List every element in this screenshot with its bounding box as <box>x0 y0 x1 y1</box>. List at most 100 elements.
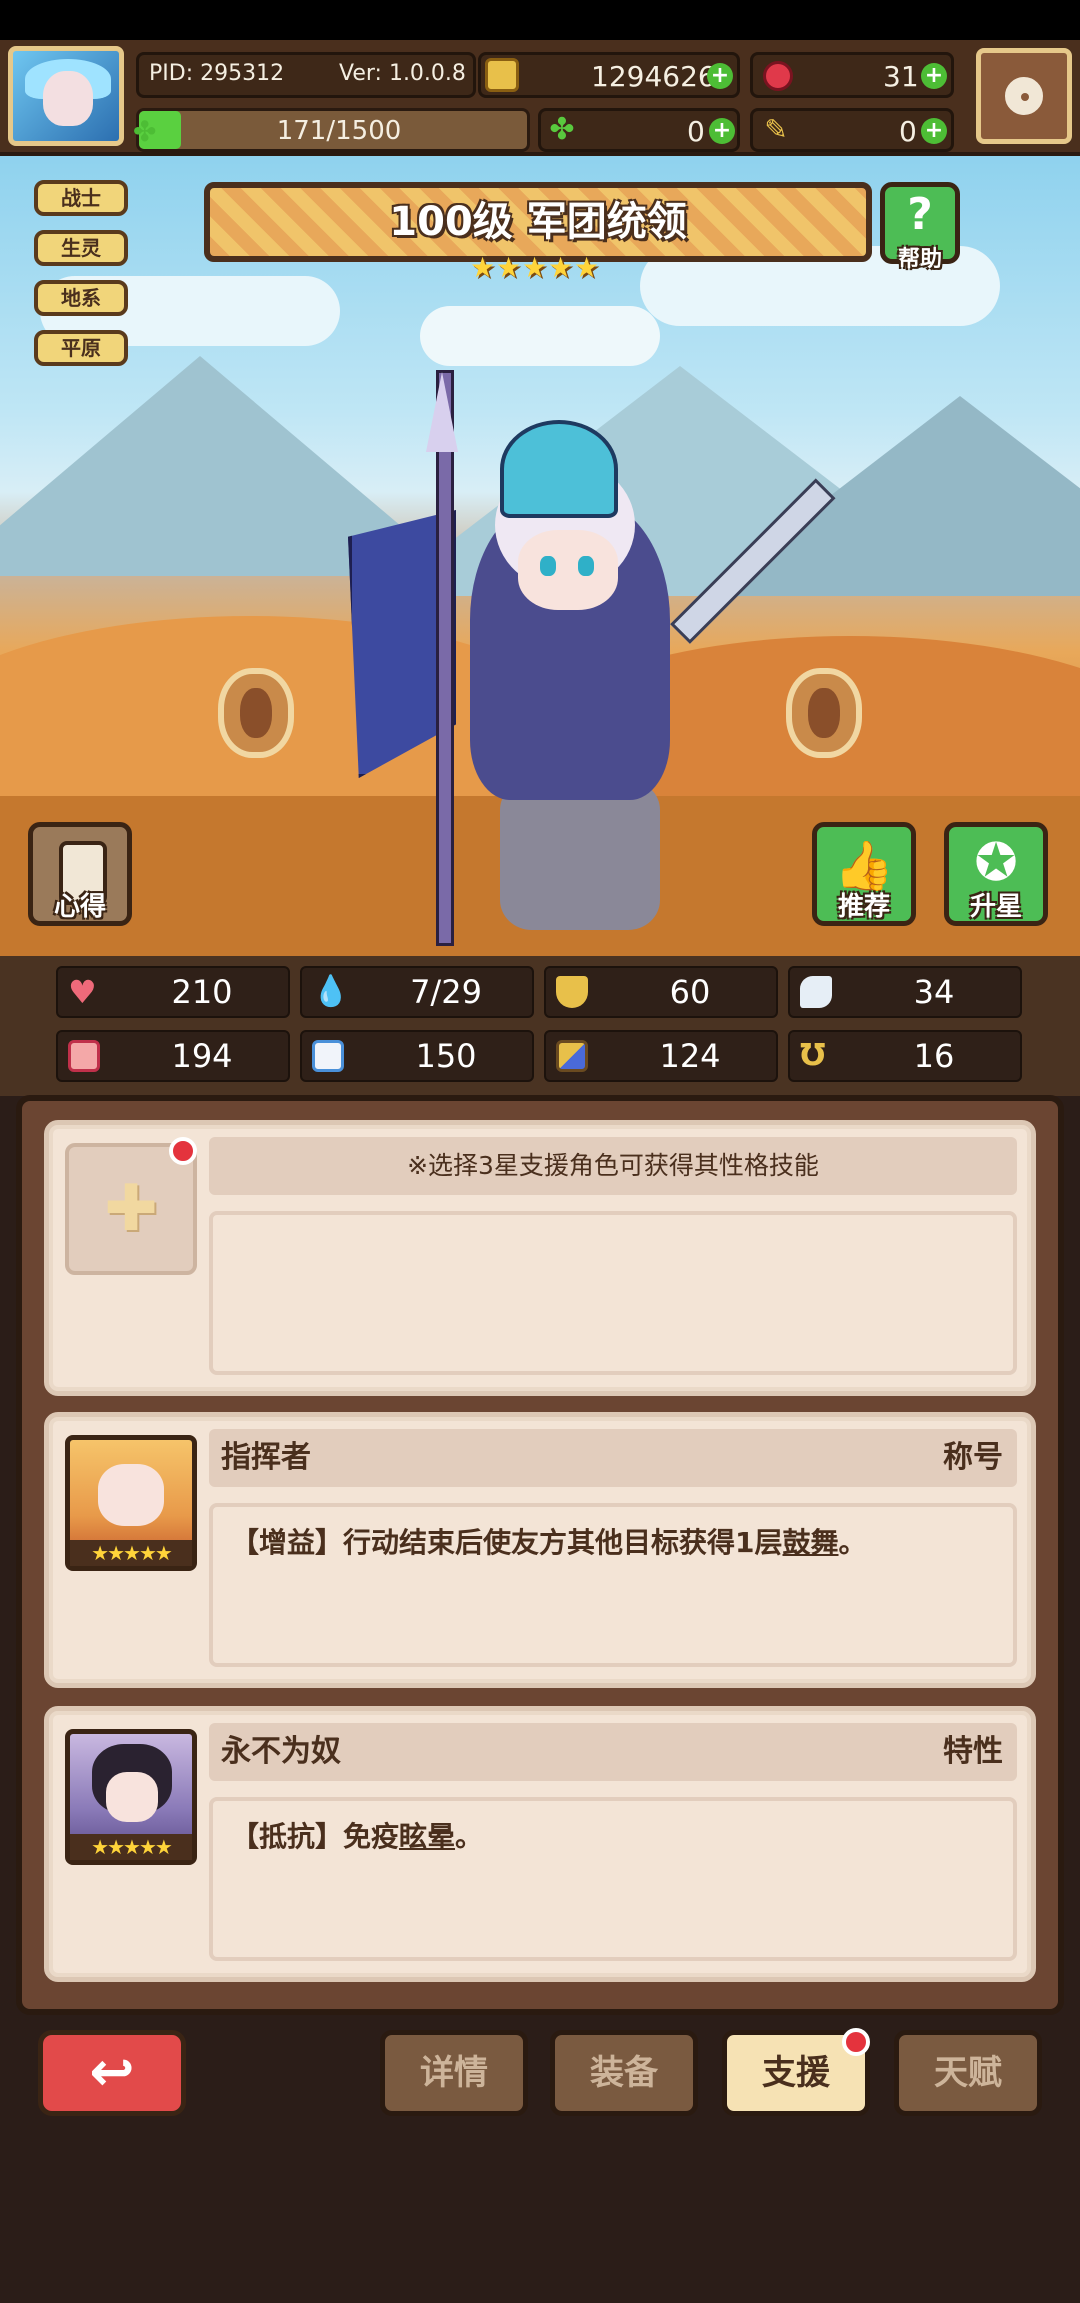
star-icon: ★ <box>496 251 522 284</box>
stat-value: 16 <box>913 1037 955 1075</box>
stat-mana: 💧 7/29 <box>300 966 534 1018</box>
stat-value: 7/29 <box>410 973 482 1011</box>
stat-value: 60 <box>669 973 711 1011</box>
star-badge-icon: ✪ <box>974 833 1018 893</box>
support-portrait-never-slave[interactable]: ★★★★★ <box>65 1729 197 1865</box>
portrait-stars: ★★★★★ <box>70 1540 192 1566</box>
stat-value: 150 <box>415 1037 477 1075</box>
gold-coin-icon <box>485 58 519 92</box>
hero-mount <box>500 780 660 930</box>
star-icon: ★ <box>548 251 574 284</box>
right-shield-icon[interactable] <box>786 668 862 758</box>
recommend-button[interactable]: 👍 推荐 <box>812 822 916 926</box>
portrait-face <box>106 1772 158 1822</box>
insight-label: 心得 <box>53 892 106 922</box>
settings-gear-icon[interactable] <box>976 48 1072 144</box>
hero-face <box>518 530 618 610</box>
wing-icon <box>800 976 832 1008</box>
shield-inner <box>240 688 272 738</box>
support-tab-notification-dot <box>842 2028 870 2056</box>
shield-inner <box>808 688 840 738</box>
stat-attack: 194 <box>56 1030 290 1082</box>
tab-equipment[interactable]: 装备 <box>550 2030 698 2116</box>
add-gold-icon[interactable]: + <box>707 63 733 89</box>
stat-magic: 150 <box>300 1030 534 1082</box>
skill-header: 永不为奴 特性 <box>209 1723 1017 1781</box>
star-up-label: 升星 <box>969 892 1022 922</box>
recommend-label: 推荐 <box>837 892 890 922</box>
star-up-button[interactable]: ✪ 升星 <box>944 822 1048 926</box>
hammer-amount: 0 <box>899 115 917 148</box>
tag-plains: 平原 <box>34 330 128 366</box>
version-label: Ver: 1.0.0.8 <box>339 61 466 86</box>
skill-desc-text: 【抵抗】免疫 <box>231 1820 400 1853</box>
hero-eye <box>540 556 556 576</box>
back-arrow-icon: ↩ <box>89 2040 135 2103</box>
back-button[interactable]: ↩ <box>38 2030 186 2116</box>
gold-amount: 1294626 <box>591 60 716 93</box>
hero-helmet <box>500 420 618 518</box>
water-drop-icon: 💧 <box>312 974 350 1009</box>
hammer-icon: ✎ <box>764 113 788 146</box>
clover-counter[interactable]: ✤ 0 + <box>538 108 740 152</box>
stat-value: 124 <box>659 1037 721 1075</box>
gear-center <box>1005 77 1043 115</box>
skill-desc-end: 。 <box>838 1526 867 1559</box>
character-stars: ★ ★ ★ ★ ★ <box>470 251 610 286</box>
stat-value: 194 <box>171 1037 233 1075</box>
hero-eye <box>578 556 594 576</box>
gem-amount: 31 <box>883 60 919 93</box>
add-hammer-icon[interactable]: + <box>921 118 947 144</box>
spear-tip <box>426 372 458 452</box>
tab-talent[interactable]: 天赋 <box>894 2030 1042 2116</box>
gold-counter[interactable]: 1294626 + <box>478 52 740 98</box>
gear-hole <box>1021 93 1029 101</box>
character-title-banner: 100级 军团统领 <box>204 182 872 262</box>
status-bar <box>0 0 1080 40</box>
stat-luck: Ʊ 16 <box>788 1030 1022 1082</box>
left-shield-icon[interactable] <box>218 668 294 758</box>
star-icon: ★ <box>470 251 496 284</box>
player-avatar[interactable] <box>8 46 124 146</box>
tab-details[interactable]: 详情 <box>380 2030 528 2116</box>
plus-icon: ✚ <box>104 1172 158 1246</box>
id-version-bar: PID: 295312 Ver: 1.0.0.8 <box>136 52 476 98</box>
help-button[interactable]: ? 帮助 <box>880 182 960 272</box>
skill-header: 指挥者 称号 <box>209 1429 1017 1487</box>
gem-counter[interactable]: 31 + <box>750 52 954 98</box>
book-icon <box>312 1040 344 1072</box>
character-title: 100级 军团统领 <box>389 199 687 245</box>
portrait-stars: ★★★★★ <box>70 1834 192 1860</box>
support-hint: ※选择3星支援角色可获得其性格技能 <box>209 1137 1017 1195</box>
hammer-counter[interactable]: ✎ 0 + <box>750 108 954 152</box>
skill-keyword-link[interactable]: 鼓舞 <box>783 1526 839 1559</box>
support-skill-card: ★★★★★ 指挥者 称号 【增益】行动结束后使友方其他目标获得1层鼓舞。 <box>44 1412 1036 1688</box>
support-slot-card-empty: ✚ ※选择3星支援角色可获得其性格技能 <box>44 1120 1036 1396</box>
tag-living: 生灵 <box>34 230 128 266</box>
stat-agility: 124 <box>544 1030 778 1082</box>
support-portrait-commander[interactable]: ★★★★★ <box>65 1435 197 1571</box>
skill-desc-text: 【增益】行动结束后使友方其他目标获得1层 <box>231 1526 783 1559</box>
stamina-value: 171/1500 <box>276 116 402 146</box>
skill-keyword-link[interactable]: 眩晕 <box>399 1820 455 1853</box>
insight-button[interactable]: 心得 <box>28 822 132 926</box>
add-clover-icon[interactable]: + <box>709 118 735 144</box>
support-skill-card: ★★★★★ 永不为奴 特性 【抵抗】免疫眩晕。 <box>44 1706 1036 1982</box>
stat-hp: ♥ 210 <box>56 966 290 1018</box>
add-gem-icon[interactable]: + <box>921 63 947 89</box>
skill-type: 称号 <box>943 1440 1003 1475</box>
stat-value: 210 <box>171 973 233 1011</box>
tag-warrior: 战士 <box>34 180 128 216</box>
stamina-bar: ✤ 171/1500 <box>133 108 530 152</box>
skill-type: 特性 <box>943 1734 1003 1769</box>
star-icon: ★ <box>522 251 548 284</box>
horseshoe-icon: Ʊ <box>800 1038 826 1073</box>
fist-icon <box>68 1040 100 1072</box>
gem-icon <box>763 61 793 91</box>
notification-dot <box>169 1137 197 1165</box>
avatar-face <box>43 71 93 126</box>
clover-icon: ✤ <box>549 112 575 147</box>
portrait-face <box>98 1464 164 1526</box>
empty-skill-description <box>209 1211 1017 1375</box>
skill-description: 【抵抗】免疫眩晕。 <box>209 1797 1017 1961</box>
